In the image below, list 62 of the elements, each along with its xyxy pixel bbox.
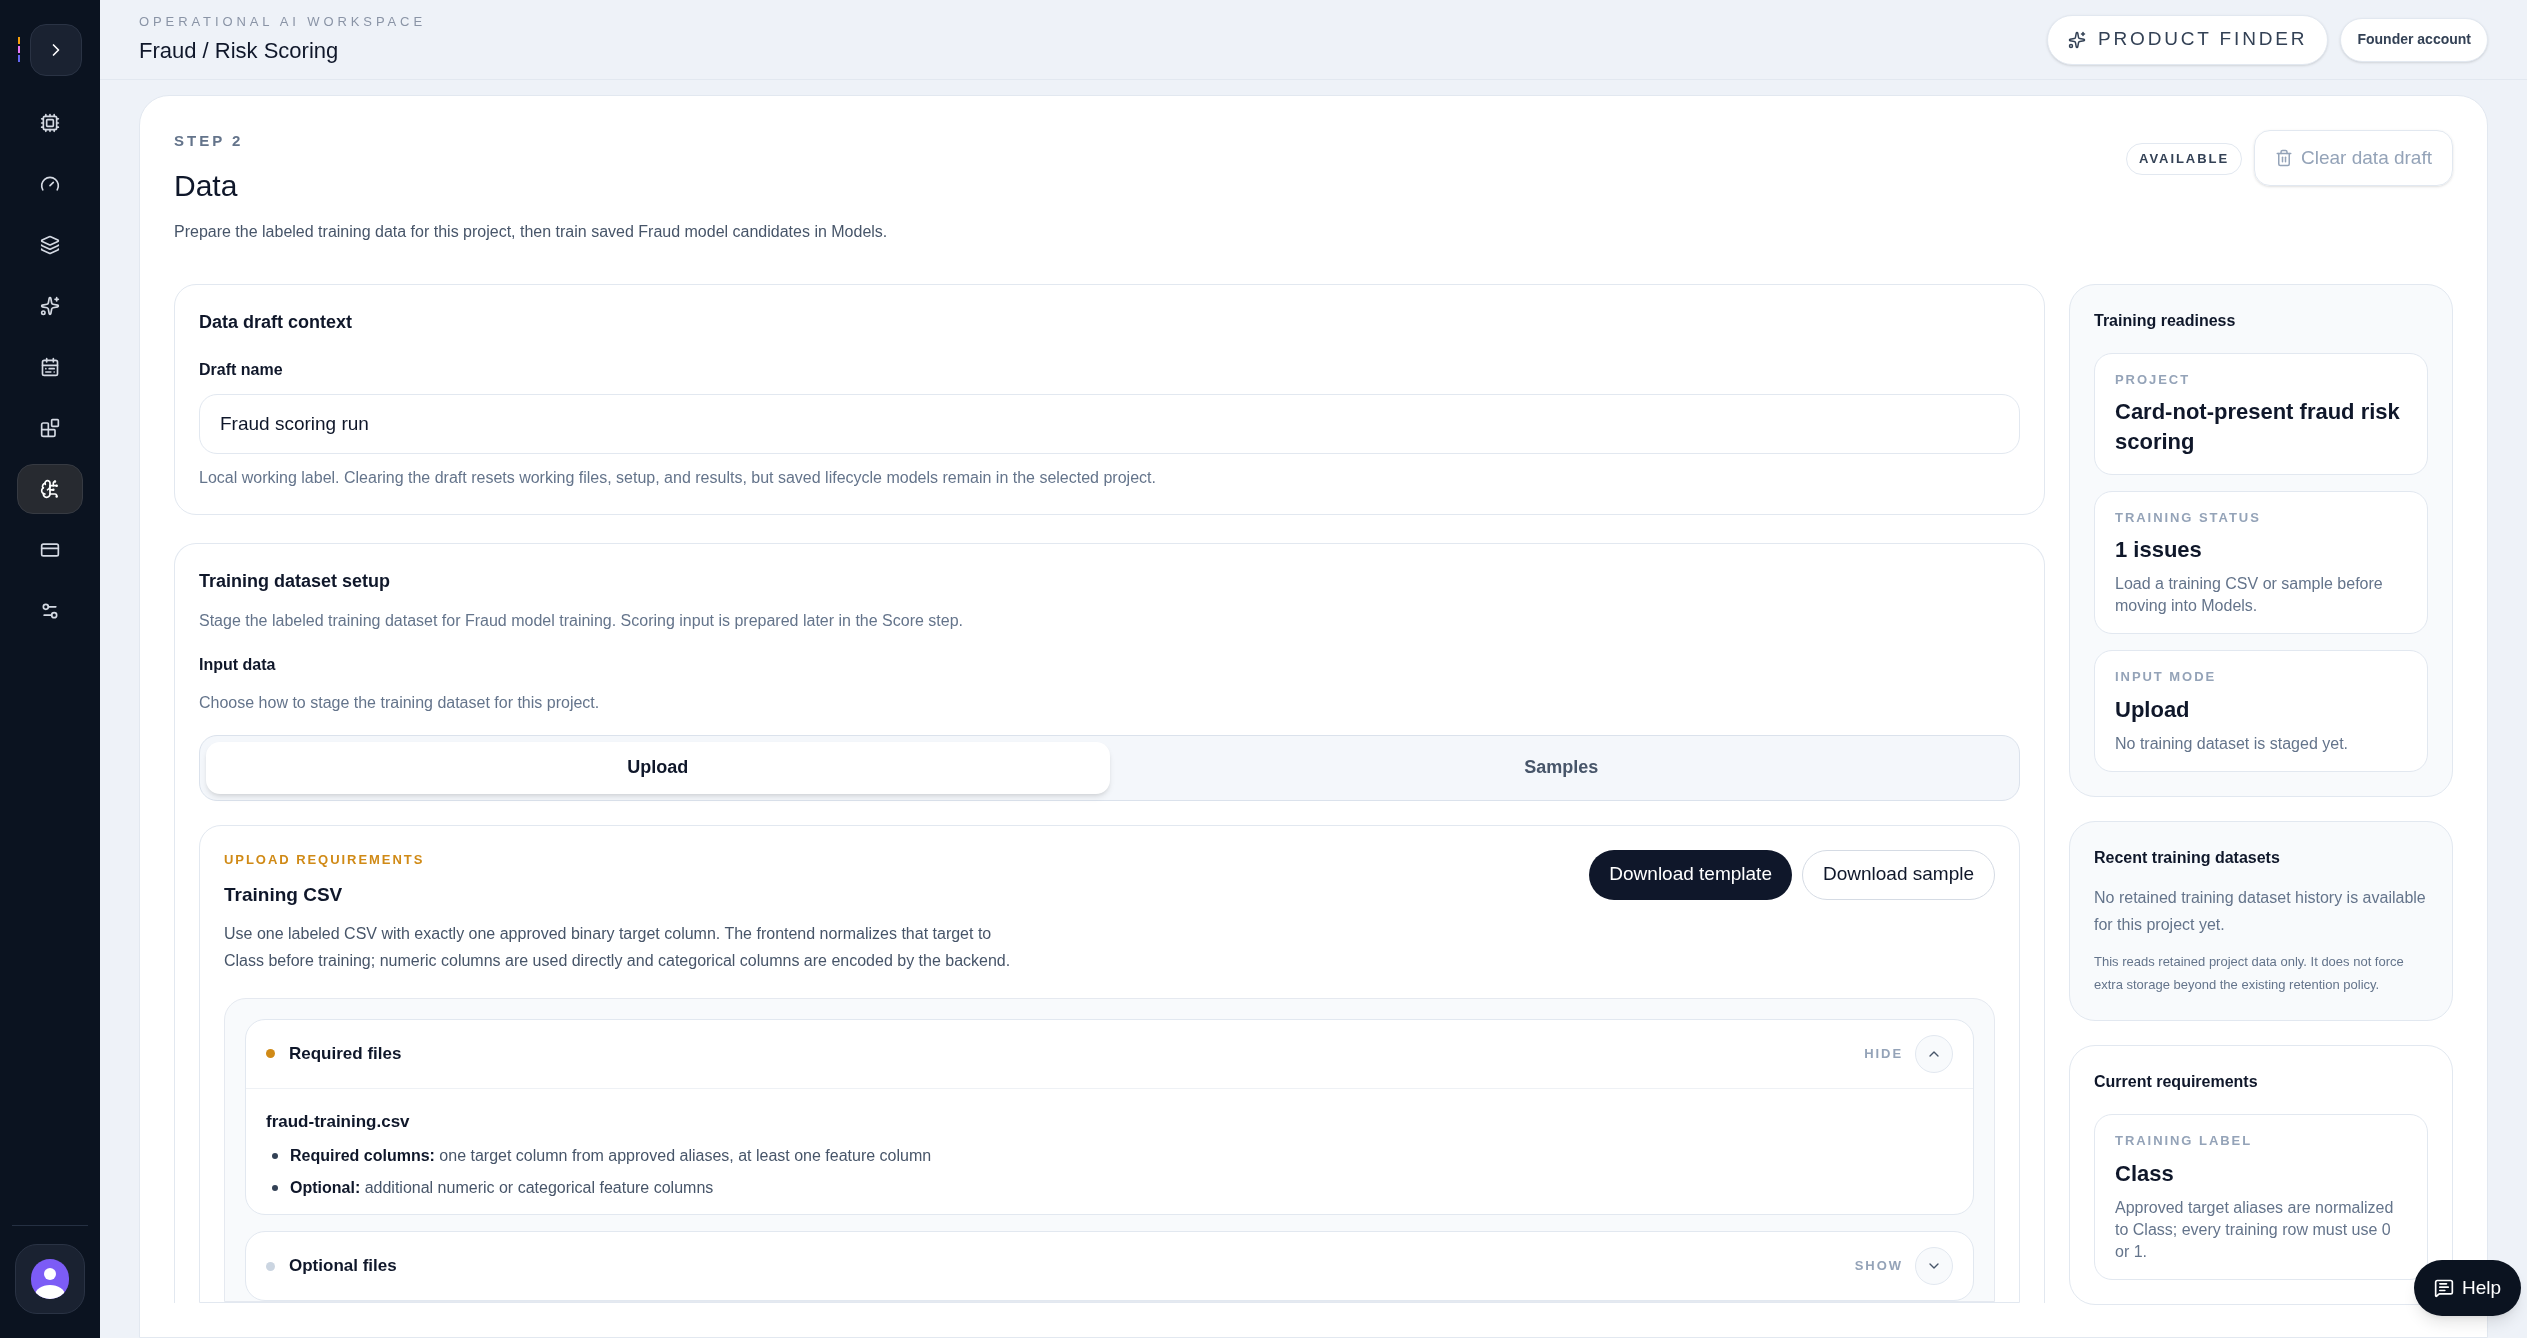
card-eyebrow: INPUT MODE bbox=[2115, 668, 2218, 687]
card-icon bbox=[40, 540, 60, 560]
field-help: Local working label. Clearing the draft resets working files, setup, and results, but saved lifecycle models remain in the selected project. bbox=[199, 467, 1157, 488]
sidebar-item[interactable] bbox=[17, 464, 83, 514]
trash-icon bbox=[2275, 149, 2294, 167]
file-requirement: Optional: additional numeric or categorical feature columns bbox=[290, 1178, 714, 1198]
page-title: Fraud / Risk Scoring bbox=[139, 37, 340, 66]
workspace-eyebrow: OPERATIONAL AI WORKSPACE bbox=[139, 12, 426, 31]
layers-icon bbox=[40, 235, 60, 255]
field-label: Draft name bbox=[199, 359, 284, 380]
section-title: Training dataset setup bbox=[199, 569, 392, 593]
panel-title: Current requirements bbox=[2094, 1072, 2259, 1092]
logo-mark-icon bbox=[18, 37, 22, 63]
card-eyebrow: TRAINING STATUS bbox=[2115, 508, 2262, 527]
card-note: No training dataset is staged yet. bbox=[2115, 734, 2350, 754]
step-description: Prepare the labeled training data for this project, then train saved Fraud model candidates in Models. bbox=[174, 221, 888, 242]
file-requirement: Required columns: one target column from approved aliases, at least one feature column bbox=[290, 1146, 932, 1166]
section-title: Data draft context bbox=[199, 310, 354, 334]
user-avatar-icon bbox=[31, 1259, 69, 1299]
card-value: 1 issues bbox=[2115, 536, 2203, 564]
chat-icon bbox=[2433, 1278, 2454, 1298]
upload-eyebrow: UPLOAD REQUIREMENTS bbox=[224, 850, 426, 869]
card-note: Load a training CSV or sample before moving into Models. bbox=[2115, 574, 2384, 617]
account-button[interactable]: Founder account bbox=[2340, 17, 2488, 62]
card-value: Card-not-present fraud risk scoring bbox=[2115, 398, 2401, 457]
card-value: Upload bbox=[2115, 695, 2191, 724]
field-label: Input data bbox=[199, 654, 277, 675]
bullet-icon bbox=[272, 1185, 278, 1191]
upload-title: Training CSV bbox=[224, 883, 344, 907]
product-finder-button[interactable]: PRODUCT FINDER bbox=[2046, 14, 2329, 65]
blocks-icon bbox=[40, 418, 60, 438]
panel-text: No retained training dataset history is available for this project yet. bbox=[2094, 888, 2427, 935]
panel-title: Recent training datasets bbox=[2094, 848, 2281, 868]
field-help: Choose how to stage the training dataset for this project. bbox=[199, 692, 601, 713]
sparkles-icon bbox=[40, 296, 60, 316]
panel-note: This reads retained project data only. It does not force extra storage beyond the existing retention policy. bbox=[2094, 953, 2405, 994]
sparkles-icon bbox=[2067, 30, 2086, 49]
file-section-title: Optional files bbox=[289, 1255, 397, 1278]
section-description: Stage the labeled training dataset for Fraud model training. Scoring input is prepared later in the Score step. bbox=[199, 610, 964, 631]
help-button[interactable]: Help bbox=[2413, 1260, 2521, 1316]
upload-description: Use one labeled CSV with exactly one approved binary target column. The frontend normalizes that target to Class before training; numeric columns are used directly and categorical columns are encoded by the backend. bbox=[224, 923, 1012, 971]
avatar-button[interactable] bbox=[15, 1244, 85, 1314]
chip-icon bbox=[40, 113, 60, 133]
mode-tab[interactable]: Upload bbox=[206, 741, 1110, 794]
draft-name-field[interactable]: Fraud scoring run bbox=[199, 393, 2020, 454]
card-value: Class bbox=[2115, 1159, 2175, 1188]
card-eyebrow: PROJECT bbox=[2115, 370, 2192, 389]
step-eyebrow: STEP 2 bbox=[174, 131, 245, 151]
mode-tab[interactable]: Samples bbox=[1109, 741, 2013, 794]
bullet-icon bbox=[272, 1153, 278, 1159]
download-sample-button[interactable]: Download sample bbox=[1801, 849, 1995, 900]
panel-title: Training readiness bbox=[2094, 310, 2237, 331]
download-template-button[interactable]: Download template bbox=[1589, 849, 1792, 900]
gauge-icon bbox=[40, 174, 60, 194]
file-name: fraud-training.csv bbox=[266, 1110, 411, 1133]
step-title: Data bbox=[174, 167, 239, 204]
file-section-title: Required files bbox=[289, 1042, 402, 1065]
brain-icon bbox=[40, 479, 60, 499]
card-note: Approved target aliases are normalized to Class; every training row must use 0 or 1. bbox=[2115, 1197, 2395, 1262]
calendar-icon bbox=[40, 357, 60, 377]
sliders-icon bbox=[40, 601, 60, 621]
card-eyebrow: TRAINING LABEL bbox=[2115, 1132, 2254, 1150]
